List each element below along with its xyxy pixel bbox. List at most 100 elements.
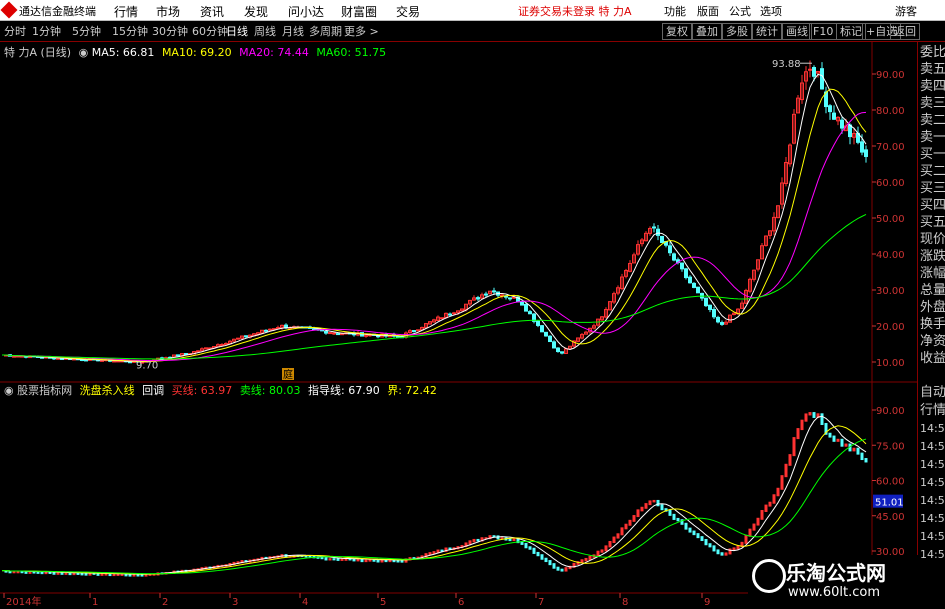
indicator-bar xyxy=(140,574,144,577)
indicator-bar xyxy=(808,412,812,416)
menu-wealth[interactable]: 财富圈 xyxy=(341,3,377,20)
indicator-bar xyxy=(648,500,652,506)
side-item[interactable]: 买二 xyxy=(920,163,945,181)
indicator-bar xyxy=(760,509,764,520)
side-item[interactable]: 买五 xyxy=(920,214,945,232)
menu-options[interactable]: 选项 xyxy=(760,3,782,19)
tool-adjust[interactable]: 复权 xyxy=(662,23,692,40)
side-item-lower[interactable]: 14:50 xyxy=(920,420,945,438)
tool-draw[interactable]: 画线 xyxy=(782,23,812,40)
side-item[interactable]: 卖二 xyxy=(920,112,945,130)
indicator-bar xyxy=(860,452,864,461)
menu-layout[interactable]: 版面 xyxy=(697,3,719,19)
period-monthly[interactable]: 月线 xyxy=(282,23,304,39)
login-warning: 证券交易未登录 特 力A xyxy=(518,5,632,18)
menu-formula[interactable]: 公式 xyxy=(729,3,751,19)
indicator-bar xyxy=(864,458,868,463)
indicator-bar xyxy=(468,540,472,545)
period-tick[interactable]: 分时 xyxy=(4,23,26,39)
candle-body xyxy=(860,141,864,153)
period-1min[interactable]: 1分钟 xyxy=(32,23,61,39)
indicator-bar xyxy=(700,536,704,542)
side-item[interactable]: 净资 xyxy=(920,333,945,351)
side-item[interactable]: 现价 xyxy=(920,231,945,249)
indicator-bar xyxy=(756,517,760,526)
period-weekly[interactable]: 周线 xyxy=(254,23,276,39)
time-label: 3 xyxy=(232,597,238,608)
side-item[interactable]: 涨幅 xyxy=(920,265,945,283)
tool-multistock[interactable]: 多股 xyxy=(722,23,752,40)
tool-overlay[interactable]: 叠加 xyxy=(692,23,722,40)
candle-body xyxy=(276,327,280,330)
period-15min[interactable]: 15分钟 xyxy=(112,23,148,39)
side-item-lower[interactable]: 14:50 xyxy=(920,438,945,456)
menu-quotes[interactable]: 行情 xyxy=(114,3,138,20)
menu-market[interactable]: 市场 xyxy=(156,3,180,20)
period-multi[interactable]: 多周期 xyxy=(309,23,342,39)
candle-body xyxy=(484,293,488,296)
indicator-bar xyxy=(812,412,816,418)
side-item-lower[interactable]: 14:50 xyxy=(920,546,945,564)
side-item-lower[interactable]: 自动 xyxy=(920,384,945,402)
menu-ask[interactable]: 问小达 xyxy=(288,3,324,20)
candle-body xyxy=(688,276,692,284)
menu-functions[interactable]: 功能 xyxy=(664,3,686,19)
side-item-lower[interactable]: 行情 xyxy=(920,402,945,420)
side-item[interactable]: 卖五 xyxy=(920,61,945,79)
side-item-lower[interactable]: 14:50 xyxy=(920,492,945,510)
indicator-bar xyxy=(836,438,840,442)
menu-guest[interactable]: 游客 xyxy=(895,3,917,19)
side-item-lower[interactable]: 14:50 xyxy=(920,510,945,528)
side-item-lower[interactable]: 14:50 xyxy=(920,456,945,474)
side-item[interactable]: 买三 xyxy=(920,180,945,198)
side-item[interactable]: 买一 xyxy=(920,146,945,164)
side-item[interactable]: 卖三 xyxy=(920,95,945,113)
candle-body xyxy=(332,332,336,335)
period-60min[interactable]: 60分钟 xyxy=(192,23,228,39)
indicator-bar xyxy=(712,545,716,552)
indicator-bar xyxy=(708,543,712,548)
side-item[interactable]: 委比 xyxy=(920,44,945,62)
candle-body xyxy=(536,320,540,326)
current-value-label: 51.01 xyxy=(875,498,904,509)
menu-discover[interactable]: 发现 xyxy=(244,3,268,20)
indicator-bar xyxy=(588,555,592,560)
menu-trade[interactable]: 交易 xyxy=(396,3,420,20)
period-5min[interactable]: 5分钟 xyxy=(72,23,101,39)
side-item[interactable]: 涨跌 xyxy=(920,248,945,266)
sub-axis-label: 90.00 xyxy=(876,406,905,417)
period-more[interactable]: 更多 > xyxy=(344,23,379,39)
indicator-bar xyxy=(336,558,340,561)
kline-chart[interactable]: 90.00 80.00 70.00 60.00 50.00 40.00 30.00 20.00… xyxy=(0,42,917,609)
indicator-bar xyxy=(616,533,620,539)
tool-f10[interactable]: F10 xyxy=(809,23,838,40)
side-item[interactable]: 换手 xyxy=(920,316,945,334)
side-item-lower[interactable]: 14:50 xyxy=(920,474,945,492)
period-daily[interactable]: 日线 xyxy=(226,23,248,39)
side-item[interactable]: 卖一 xyxy=(920,129,945,147)
tool-back[interactable]: 返回 xyxy=(890,23,920,40)
side-item[interactable]: 卖四 xyxy=(920,78,945,96)
indicator-bar xyxy=(552,563,556,569)
indicator-bar xyxy=(644,503,648,509)
menu-news[interactable]: 资讯 xyxy=(200,3,224,20)
side-item[interactable]: 收益 xyxy=(920,350,945,368)
side-item[interactable]: 外盘 xyxy=(920,299,945,317)
tool-stats[interactable]: 统计 xyxy=(752,23,782,40)
period-30min[interactable]: 30分钟 xyxy=(152,23,188,39)
side-item[interactable]: 买四 xyxy=(920,197,945,215)
candle-body xyxy=(840,119,844,129)
candle-body xyxy=(452,312,456,315)
side-item-lower[interactable]: 14:50 xyxy=(920,528,945,546)
indicator-bar xyxy=(856,447,860,455)
indicator-bar xyxy=(628,519,632,526)
indicator-bar xyxy=(724,552,728,556)
indicator-bar xyxy=(716,549,720,555)
time-label: 5 xyxy=(380,597,386,608)
indicator-bar xyxy=(584,557,588,562)
side-item[interactable]: 总量 xyxy=(920,282,945,300)
candle-body xyxy=(660,235,664,243)
candle-body xyxy=(720,322,724,325)
indicator-bar xyxy=(396,560,400,563)
indicator-bar xyxy=(668,509,672,516)
